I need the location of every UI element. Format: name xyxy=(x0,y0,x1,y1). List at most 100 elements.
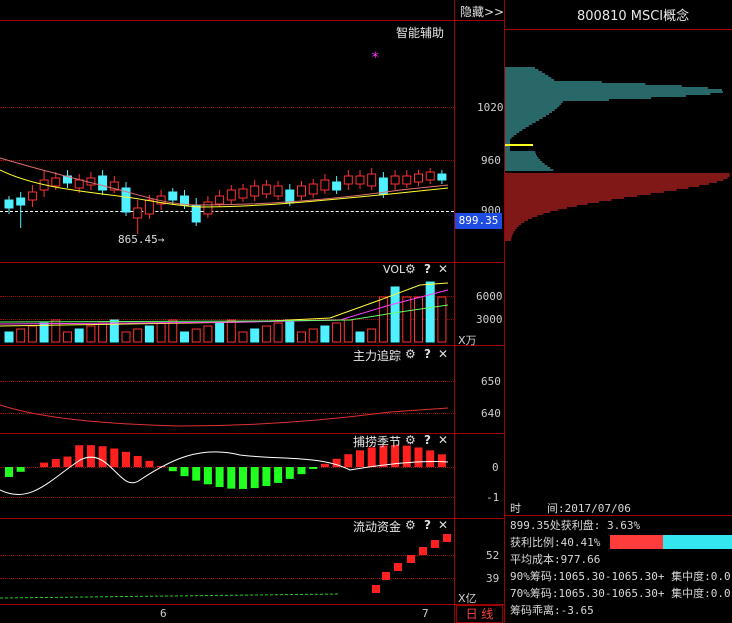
season-bar xyxy=(297,467,306,475)
season-help-icon[interactable]: ? xyxy=(424,433,431,447)
main-force-help-icon[interactable]: ? xyxy=(424,347,431,361)
candle-body xyxy=(355,175,365,185)
volume-bar xyxy=(425,281,435,343)
flow-marker xyxy=(431,540,439,548)
volume-bar xyxy=(250,328,260,343)
volume-bar xyxy=(180,331,189,343)
volume-bar xyxy=(39,322,49,343)
season-axis-tick: -1 xyxy=(486,491,500,504)
candle-body xyxy=(27,191,37,201)
flow-marker xyxy=(419,547,427,555)
candle-body xyxy=(191,204,201,223)
season-bar xyxy=(367,447,376,467)
candle-body xyxy=(332,181,342,191)
season-settings-icon[interactable]: ⚙ xyxy=(405,433,416,447)
season-bar xyxy=(168,467,177,472)
season-title: 捕捞季节 xyxy=(353,435,402,449)
volume-bar xyxy=(98,322,108,343)
season-bar xyxy=(356,450,364,467)
season-bar xyxy=(309,467,318,470)
volume-bar xyxy=(74,328,84,343)
season-bar xyxy=(145,460,154,467)
volume-bar xyxy=(133,328,143,343)
volume-bar xyxy=(308,328,318,343)
season-bar xyxy=(215,467,224,488)
flow-marker xyxy=(372,585,380,593)
flow-marker xyxy=(382,572,390,580)
candle-body xyxy=(437,173,447,181)
price-axis-tick: 1020 xyxy=(477,101,504,114)
chip-deviation: 筹码乖离:-3.65 xyxy=(510,604,594,617)
flow-axis-tick: 39 xyxy=(486,572,500,585)
chip-time-label: 时 间:2017/07/06 xyxy=(510,500,631,516)
vol-unit: X万 xyxy=(458,334,477,347)
candle-body xyxy=(4,199,14,209)
vol-help-icon[interactable]: ? xyxy=(424,262,431,276)
main-force-settings-icon[interactable]: ⚙ xyxy=(405,347,416,361)
volume-bar xyxy=(367,328,377,343)
volume-bar xyxy=(86,325,96,343)
stock-title: 800810 MSCI概念 xyxy=(577,9,690,24)
volume-bar xyxy=(144,325,154,343)
loss-ratio-bar xyxy=(663,535,732,549)
volume-bar xyxy=(414,296,423,343)
season-bar xyxy=(180,467,189,477)
volume-bar xyxy=(226,319,236,343)
season-bar xyxy=(16,467,25,472)
season-bar xyxy=(414,447,423,467)
flow-marker xyxy=(407,555,415,563)
chip-distribution-chart xyxy=(505,67,730,241)
candle-body xyxy=(238,188,248,199)
candle-body xyxy=(16,197,26,206)
flow-baseline xyxy=(0,593,341,599)
candle-body xyxy=(390,175,400,185)
season-bar xyxy=(285,467,294,479)
chip-70-range: 70%筹码:1065.30-1065.30+ 集中度:0.0 xyxy=(510,587,731,600)
candle-body xyxy=(168,191,178,201)
candle-body xyxy=(226,189,236,201)
volume-bar xyxy=(16,328,26,343)
vol-close-icon[interactable]: ✕ xyxy=(438,262,448,276)
flow-axis-tick: 52 xyxy=(486,549,500,562)
candle-body xyxy=(273,185,283,197)
volume-bar xyxy=(332,322,342,343)
chip-90-range: 90%筹码:1065.30-1065.30+ 集中度:0.0 xyxy=(510,570,731,583)
flow-close-icon[interactable]: ✕ xyxy=(438,518,448,532)
season-bar xyxy=(63,456,72,467)
flow-settings-icon[interactable]: ⚙ xyxy=(405,518,416,532)
chip-profit-at-price: 899.35处获利盘: 3.63% xyxy=(510,519,641,532)
candle-body xyxy=(74,179,84,189)
volume-bar xyxy=(27,325,37,343)
flow-title: 流动资金 xyxy=(353,520,402,534)
candle-body xyxy=(402,175,412,185)
season-bar xyxy=(250,467,259,489)
chart-canvas xyxy=(0,157,451,599)
flow-help-icon[interactable]: ? xyxy=(424,518,431,532)
hide-panel-button[interactable]: 隐藏>> xyxy=(460,3,504,20)
season-bar xyxy=(51,459,60,467)
volume-bar xyxy=(121,331,131,343)
vol-title: VOL xyxy=(383,263,406,276)
season-bar xyxy=(239,467,247,489)
season-bar xyxy=(192,467,201,481)
volume-bar xyxy=(238,331,248,343)
candle-body xyxy=(215,195,225,205)
season-bar xyxy=(75,445,84,467)
chip-profit-ratio: 获利比例:40.41% xyxy=(510,536,601,549)
volume-bar xyxy=(355,331,365,343)
season-bar xyxy=(86,445,95,467)
vol-settings-icon[interactable]: ⚙ xyxy=(405,262,416,276)
period-daily-button[interactable]: 日 线 xyxy=(456,605,503,623)
candle-body xyxy=(98,175,108,191)
candle-body xyxy=(343,175,353,185)
main-force-close-icon[interactable]: ✕ xyxy=(438,347,448,361)
season-bar xyxy=(227,467,236,489)
main-force-axis-tick: 650 xyxy=(481,375,501,388)
flow-unit: X亿 xyxy=(458,592,477,605)
vol-axis-tick: 3000 xyxy=(476,313,503,326)
season-bar xyxy=(133,456,142,467)
season-close-icon[interactable]: ✕ xyxy=(438,433,448,447)
volume-bar xyxy=(437,296,447,343)
volume-bar xyxy=(261,325,271,343)
current-price-tag: 899.35 xyxy=(455,213,502,229)
